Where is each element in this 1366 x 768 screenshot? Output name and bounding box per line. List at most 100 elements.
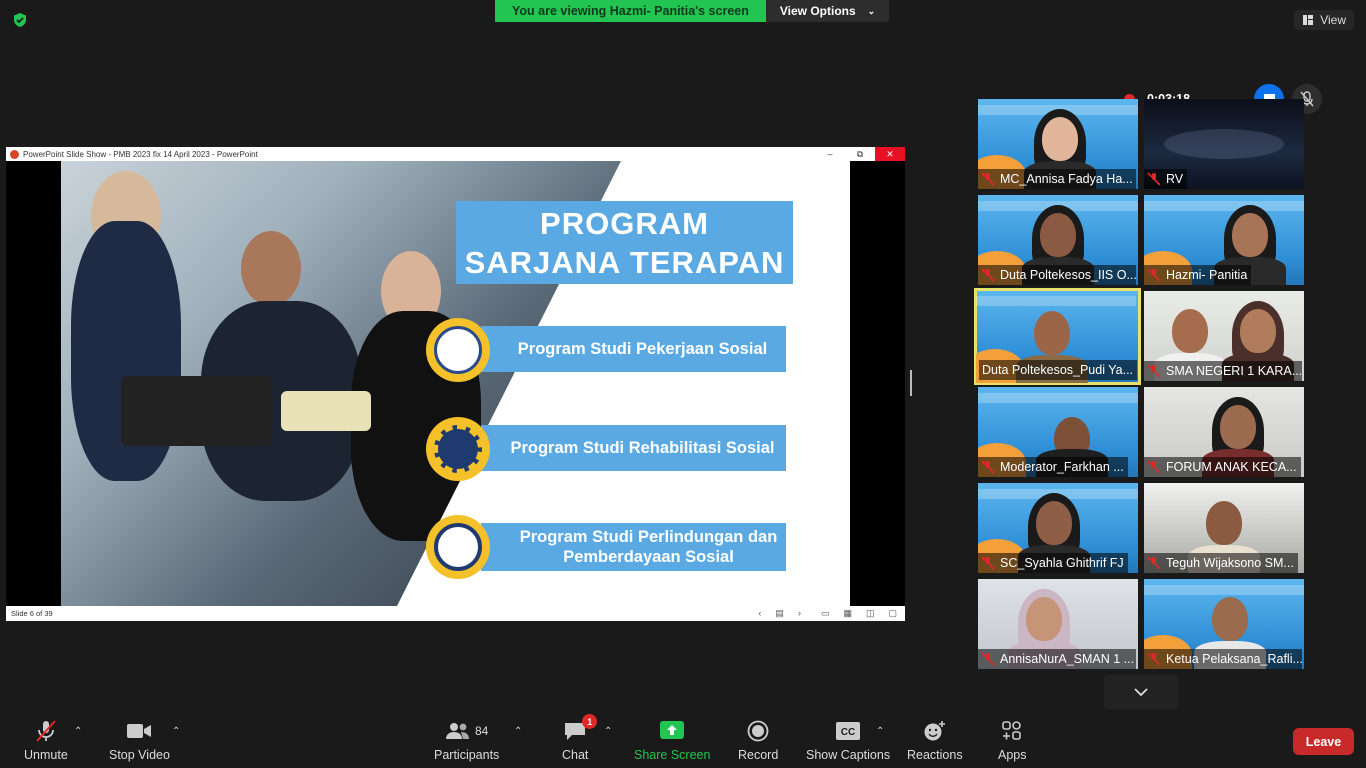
- participants-icon: [445, 723, 469, 739]
- slide-title: PROGRAM SARJANA TERAPAN: [456, 201, 793, 284]
- reactions-button[interactable]: Reactions: [907, 718, 963, 762]
- record-icon: [747, 720, 769, 742]
- apps-button[interactable]: Apps: [998, 718, 1027, 762]
- program-item-3: Program Studi Perlindungan dan Pemberday…: [481, 523, 786, 571]
- closed-captions-icon: CC: [836, 722, 861, 740]
- show-captions-label: Show Captions: [806, 748, 891, 762]
- minimize-icon[interactable]: –: [815, 147, 845, 161]
- record-button[interactable]: Record: [738, 718, 778, 762]
- security-shield-icon[interactable]: [12, 12, 28, 28]
- captions-caret-icon[interactable]: ⌃: [876, 726, 884, 737]
- view-options-label: View Options: [779, 4, 856, 18]
- shared-screen[interactable]: PowerPoint Slide Show - PMB 2023 fix 14 …: [6, 147, 905, 621]
- program-item-1: Program Studi Pekerjaan Sosial: [481, 326, 786, 372]
- participant-name: Duta Poltekesos_IIS O...: [978, 265, 1136, 285]
- ppt-titlebar: PowerPoint Slide Show - PMB 2023 fix 14 …: [6, 147, 905, 161]
- participant-name: RV: [1144, 169, 1188, 189]
- video-options-caret-icon[interactable]: ⌃: [172, 726, 180, 737]
- participant-tile[interactable]: Hazmi- Panitia: [1144, 195, 1304, 285]
- participant-tile[interactable]: MC_Annisa Fadya Ha...: [978, 99, 1138, 189]
- participant-name: Ketua Pelaksana_Rafli...: [1144, 649, 1302, 669]
- window-controls: – ⧉ ✕: [815, 147, 905, 161]
- participant-name: Duta Poltekesos_Pudi Ya...: [979, 360, 1137, 380]
- pekerjaan-sosial-logo-icon: [426, 318, 490, 382]
- participant-tile[interactable]: Moderator_Farkhan ...: [978, 387, 1138, 477]
- ppt-statusbar: Slide 6 of 39 ‹ ▤ › ▭ ▦ ◫ ▢: [6, 606, 905, 621]
- reading-view-icon[interactable]: ◫: [866, 608, 875, 619]
- chat-caret-icon[interactable]: ⌃: [604, 726, 612, 737]
- participant-name: Moderator_Farkhan ...: [978, 457, 1128, 477]
- status-controls: ‹ ▤ › ▭ ▦ ◫ ▢: [758, 608, 897, 619]
- restore-icon[interactable]: ⧉: [845, 147, 875, 161]
- participant-tile[interactable]: Ketua Pelaksana_Rafli...: [1144, 579, 1304, 669]
- participant-tile[interactable]: Duta Poltekesos_IIS O...: [978, 195, 1138, 285]
- participant-tile-active-speaker[interactable]: Duta Poltekesos_Pudi Ya...: [974, 288, 1141, 385]
- mic-muted-icon: [981, 268, 995, 282]
- mic-muted-icon: [1147, 460, 1161, 474]
- participant-name: Teguh Wijaksono SM...: [1144, 553, 1298, 573]
- mic-muted-icon: [1147, 268, 1161, 282]
- mic-muted-icon: [981, 172, 995, 186]
- participants-button[interactable]: 84 Participants: [434, 718, 499, 762]
- participants-label: Participants: [434, 748, 500, 762]
- view-button-label: View: [1320, 13, 1346, 27]
- slide-area: PROGRAM SARJANA TERAPAN Program Studi Pe…: [6, 161, 905, 606]
- chat-button[interactable]: 1 Chat: [562, 714, 598, 762]
- perlindungan-sosial-logo-icon: [426, 515, 490, 579]
- program-item-2: Program Studi Rehabilitasi Sosial: [481, 425, 786, 471]
- stop-video-button[interactable]: Stop Video: [109, 718, 170, 762]
- participant-tile[interactable]: AnnisaNurA_SMAN 1 ...: [978, 579, 1138, 669]
- participant-name: Hazmi- Panitia: [1144, 265, 1252, 285]
- participant-name: AnnisaNurA_SMAN 1 ...: [978, 649, 1136, 669]
- participant-name: MC_Annisa Fadya Ha...: [978, 169, 1136, 189]
- video-camera-icon: [127, 724, 152, 738]
- view-options-button[interactable]: View Options ⌄: [765, 0, 890, 22]
- previous-slide-icon[interactable]: ‹: [758, 608, 761, 619]
- microphone-muted-icon: [36, 720, 56, 742]
- slide-sorter-icon[interactable]: ▦: [843, 608, 852, 619]
- slide-title-line1: PROGRAM: [540, 206, 709, 241]
- slide: PROGRAM SARJANA TERAPAN Program Studi Pe…: [61, 161, 850, 606]
- panel-resize-handle[interactable]: [910, 370, 912, 396]
- participant-name: SMA NEGERI 1 KARA...: [1144, 361, 1302, 381]
- share-screen-button[interactable]: Share Screen: [634, 718, 710, 762]
- audio-options-caret-icon[interactable]: ⌃: [74, 726, 82, 737]
- close-icon[interactable]: ✕: [875, 147, 905, 161]
- reactions-label: Reactions: [907, 748, 963, 762]
- participant-tile[interactable]: SMA NEGERI 1 KARA...: [1144, 291, 1304, 381]
- participant-tile[interactable]: FORUM ANAK KECA...: [1144, 387, 1304, 477]
- chat-label: Chat: [562, 748, 589, 762]
- gallery-scroll-down-button[interactable]: [1104, 675, 1178, 709]
- mic-muted-icon: [981, 652, 995, 666]
- rehabilitasi-sosial-logo-icon: [426, 417, 490, 481]
- view-button[interactable]: View: [1294, 10, 1354, 30]
- share-screen-arrow-icon: [660, 721, 685, 739]
- participants-count: 84: [474, 724, 489, 738]
- viewing-screen-text: You are viewing Hazmi- Panitia's screen: [495, 0, 766, 22]
- normal-view-icon[interactable]: ▭: [821, 608, 830, 619]
- mic-muted-icon: [1147, 364, 1161, 378]
- stop-video-label: Stop Video: [109, 748, 170, 762]
- chat-unread-badge: 1: [582, 714, 598, 729]
- show-captions-button[interactable]: CC Show Captions: [806, 718, 890, 762]
- participant-name: SC_Syahla Ghithrif FJ: [978, 553, 1128, 573]
- record-label: Record: [738, 748, 779, 762]
- mic-muted-icon: [1147, 556, 1161, 570]
- participant-tile[interactable]: Teguh Wijaksono SM...: [1144, 483, 1304, 573]
- slide-menu-icon[interactable]: ▤: [775, 608, 784, 619]
- svg-text:CC: CC: [841, 727, 855, 738]
- participants-caret-icon[interactable]: ⌃: [514, 726, 522, 737]
- participant-tile[interactable]: RV: [1144, 99, 1304, 189]
- mic-muted-icon: [981, 556, 995, 570]
- slide-title-line2: SARJANA TERAPAN: [464, 245, 785, 280]
- mic-muted-icon: [981, 460, 995, 474]
- slideshow-icon[interactable]: ▢: [888, 608, 897, 619]
- mic-muted-icon: [1147, 652, 1161, 666]
- next-slide-icon[interactable]: ›: [798, 608, 801, 619]
- unmute-button[interactable]: Unmute: [24, 718, 68, 762]
- participant-tile[interactable]: SC_Syahla Ghithrif FJ: [978, 483, 1138, 573]
- mic-muted-icon: [1147, 172, 1161, 186]
- leave-button[interactable]: Leave: [1293, 728, 1354, 755]
- zoom-meeting-window: You are viewing Hazmi- Panitia's screen …: [0, 0, 1366, 768]
- apps-label: Apps: [998, 748, 1027, 762]
